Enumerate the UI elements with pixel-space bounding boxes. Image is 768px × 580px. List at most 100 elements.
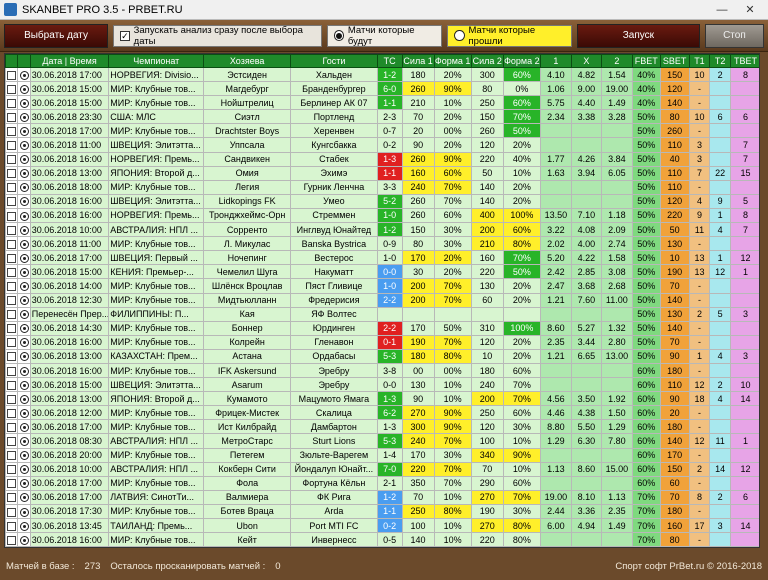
row-checkbox[interactable] — [5, 362, 19, 379]
row-checkbox[interactable] — [5, 66, 19, 83]
table-row[interactable]: 30.06.2018 15:30МИР: Клубные тов...Путте… — [5, 546, 759, 547]
table-row[interactable]: 30.06.2018 16:00 ШВЕЦИЯ: Элитэтта... Lidko… — [5, 193, 759, 209]
column-header[interactable] — [17, 54, 31, 68]
start-button[interactable]: Запуск — [576, 23, 700, 48]
column-header[interactable]: T2 — [709, 54, 731, 68]
column-header[interactable]: ТС — [376, 54, 403, 68]
row-checkbox[interactable] — [5, 109, 19, 125]
row-checkbox[interactable] — [5, 503, 19, 520]
row-checkbox[interactable] — [5, 334, 19, 350]
table-row[interactable]: 30.06.2018 17:00 МИР: Клубные тов... Drach… — [5, 123, 759, 139]
table-row[interactable]: 30.06.2018 16:00 МИР: Клубные тов... Кейт И… — [5, 532, 759, 547]
row-checkbox[interactable] — [5, 377, 19, 393]
table-row[interactable]: 30.06.2018 11:00 ШВЕЦИЯ: Элитэтта... Уппса… — [5, 137, 759, 153]
column-header[interactable]: X — [570, 54, 602, 68]
table-row[interactable]: 30.06.2018 17:00 ШВЕЦИЯ: Первый ... Ночепи… — [5, 250, 759, 266]
table-row[interactable]: 30.06.2018 16:00 МИР: Клубные тов... IFK A… — [5, 362, 759, 379]
row-checkbox[interactable] — [5, 475, 19, 491]
row-checkbox[interactable] — [5, 95, 19, 111]
row-checkbox[interactable] — [5, 532, 19, 547]
column-header[interactable]: Хозяева — [203, 54, 292, 68]
table-row[interactable]: 30.06.2018 08:30 АВСТРАЛИЯ: НПЛ ... МетроС… — [5, 433, 759, 449]
row-checkbox[interactable] — [5, 250, 19, 266]
column-header[interactable] — [5, 54, 19, 68]
table-row[interactable]: 30.06.2018 15:00 МИР: Клубные тов... Магде… — [5, 81, 759, 97]
radio-past[interactable]: Матчи которые прошли — [447, 24, 572, 47]
column-header[interactable]: Чемпионат — [108, 54, 205, 68]
table-row[interactable]: 30.06.2018 16:00 МИР: Клубные тов... Колре… — [5, 334, 759, 350]
table-row[interactable]: 30.06.2018 10:00 АВСТРАЛИЯ: НПЛ ... Соррен… — [5, 222, 759, 238]
table-row[interactable]: 30.06.2018 17:00 НОРВЕГИЯ: Divisio... Эстс… — [5, 66, 759, 83]
table-row[interactable]: 30.06.2018 10:00 АВСТРАЛИЯ: НПЛ ... Кокбер… — [5, 461, 759, 477]
column-header[interactable]: 1 — [539, 54, 572, 68]
table-row[interactable]: 30.06.2018 12:00 МИР: Клубные тов... Фрице… — [5, 405, 759, 421]
row-checkbox[interactable] — [5, 278, 19, 294]
table-row[interactable]: 30.06.2018 17:00 МИР: Клубные тов... Фола Ф… — [5, 475, 759, 491]
table-row[interactable]: 30.06.2018 18:00 МИР: Клубные тов... Легия… — [5, 179, 759, 195]
row-checkbox[interactable] — [5, 320, 19, 336]
table-row[interactable]: 30.06.2018 16:00 НОРВЕГИЯ: Премь... Сандви… — [5, 151, 759, 167]
row-checkbox[interactable] — [5, 306, 19, 322]
table-row[interactable]: 30.06.2018 17:30 МИР: Клубные тов... Ботев… — [5, 503, 759, 520]
row-checkbox[interactable] — [5, 179, 19, 195]
row-checkbox[interactable] — [5, 461, 19, 477]
table-row[interactable]: 30.06.2018 15:00 КЕНИЯ: Премьер-... Чемели… — [5, 264, 759, 280]
table-row[interactable]: 30.06.2018 11:00 МИР: Клубные тов... Л. Ми… — [5, 236, 759, 252]
table-row[interactable]: 30.06.2018 15:00 МИР: Клубные тов... Нойшт… — [5, 95, 759, 111]
row-checkbox[interactable] — [5, 222, 19, 238]
sport-cell — [17, 165, 31, 181]
row-checkbox[interactable] — [5, 391, 19, 407]
row-checkbox[interactable] — [5, 292, 19, 308]
table-row[interactable]: 30.06.2018 13:00 ЯПОНИЯ: Второй д... Омия Э… — [5, 165, 759, 181]
row-checkbox[interactable] — [5, 546, 19, 547]
row-checkbox[interactable] — [5, 489, 19, 505]
column-header[interactable]: Сила 2 — [470, 54, 504, 68]
row-checkbox[interactable] — [5, 193, 19, 209]
row-checkbox[interactable] — [5, 264, 19, 280]
row-checkbox[interactable] — [5, 447, 19, 463]
cell-f1: 20% — [433, 109, 472, 125]
column-header[interactable]: TBET — [729, 54, 759, 68]
close-button[interactable]: ✕ — [736, 3, 764, 16]
table-row[interactable]: 30.06.2018 14:00 МИР: Клубные тов... Шлёнс… — [5, 278, 759, 294]
column-header[interactable]: SBET — [659, 54, 690, 68]
row-checkbox[interactable] — [5, 433, 19, 449]
auto-analyze-checkbox[interactable]: ✓ Запускать анализ сразу после выбора да… — [113, 24, 322, 47]
row-checkbox[interactable] — [5, 236, 19, 252]
table-row[interactable]: 30.06.2018 17:00 МИР: Клубные тов... Ист К… — [5, 419, 759, 435]
row-checkbox[interactable] — [5, 348, 19, 364]
row-checkbox[interactable] — [5, 123, 19, 139]
row-checkbox[interactable] — [5, 419, 19, 435]
stop-button[interactable]: Стоп — [704, 23, 764, 48]
column-header[interactable]: Сила 1 — [401, 54, 435, 68]
table-row[interactable]: 30.06.2018 17:00 ЛАТВИЯ: СинотТи... Валмие… — [5, 489, 759, 505]
column-header[interactable]: Дата | Время — [29, 54, 110, 68]
row-checkbox[interactable] — [5, 137, 19, 153]
column-header[interactable]: Гости — [290, 54, 378, 68]
row-checkbox[interactable] — [5, 517, 19, 534]
row-checkbox[interactable] — [5, 81, 19, 97]
cell-px — [570, 123, 602, 139]
table-row[interactable]: 30.06.2018 13:00 КАЗАХСТАН: Прем... Астана… — [5, 348, 759, 364]
column-header[interactable]: Форма 2 — [502, 54, 541, 68]
row-checkbox[interactable] — [5, 165, 19, 181]
table-row[interactable]: 30.06.2018 23:30 США: МЛС Сиэтл Портленд 2-3… — [5, 109, 759, 125]
row-checkbox[interactable] — [5, 207, 19, 224]
table-row[interactable]: 30.06.2018 15:00 ШВЕЦИЯ: Элитэтта... Asaru… — [5, 377, 759, 393]
minimize-button[interactable]: — — [708, 4, 736, 16]
table-row[interactable]: 30.06.2018 13:00 ЯПОНИЯ: Второй д... Кумам… — [5, 391, 759, 407]
column-header[interactable]: FBET — [631, 54, 661, 68]
select-date-button[interactable]: Выбрать дату — [4, 23, 109, 48]
column-header[interactable]: T1 — [688, 54, 711, 68]
row-checkbox[interactable] — [5, 405, 19, 421]
radio-upcoming[interactable]: Матчи которые будут — [326, 24, 443, 47]
table-row[interactable]: 30.06.2018 14:30 МИР: Клубные тов... Бонне… — [5, 320, 759, 336]
table-row[interactable]: 30.06.2018 20:00 МИР: Клубные тов... Петег… — [5, 447, 759, 463]
table-row[interactable]: 30.06.2018 16:00 НОРВЕГИЯ: Премь... Трондж… — [5, 207, 759, 224]
row-checkbox[interactable] — [5, 151, 19, 167]
column-header[interactable]: Форма 1 — [433, 54, 472, 68]
column-header[interactable]: 2 — [600, 54, 633, 68]
table-row[interactable]: 30.06.2018 12:30 МИР: Клубные тов... Мидть… — [5, 292, 759, 308]
table-row[interactable]: 30.06.2018 13:45 ТАИЛАНД: Премь... Ubon Por… — [5, 517, 759, 534]
table-row[interactable]: Перенесён Прер... ФИЛИППИНЫ: П... Кая ЯФ Во… — [5, 306, 759, 322]
